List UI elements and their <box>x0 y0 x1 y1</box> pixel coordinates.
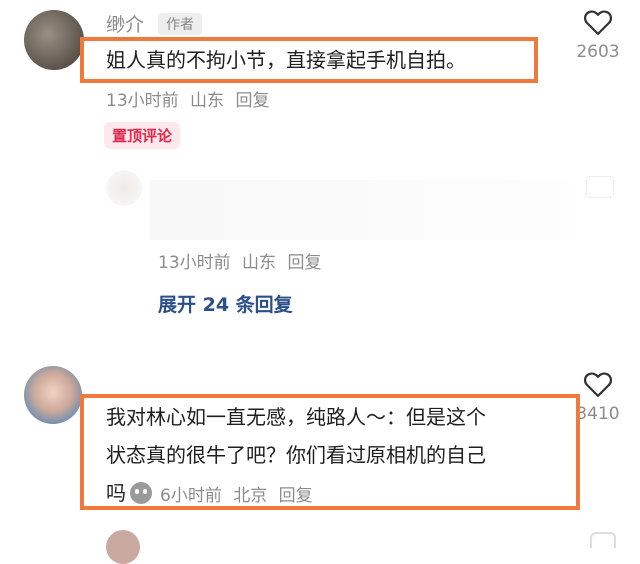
comment-meta: 6小时前 北京 回复 <box>160 481 319 506</box>
comment-location: 山东 <box>190 91 225 111</box>
avatar[interactable] <box>24 366 82 424</box>
comment-text-line: 吗 <box>106 481 126 505</box>
reply-meta: 13小时前 山东 回复 <box>158 248 327 273</box>
like-button[interactable]: 2603 <box>568 8 628 62</box>
avatar[interactable] <box>106 530 140 564</box>
ghost-emoji-icon <box>130 482 152 504</box>
comment-time: 6小时前 <box>160 485 222 506</box>
reply-location: 山东 <box>242 253 277 273</box>
author-badge: 作者 <box>158 13 203 35</box>
comment-text-line: 我对林心如一直无感，纯路人～：但是这个 <box>106 405 486 429</box>
reply-button[interactable]: 回复 <box>235 91 269 111</box>
pinned-badge: 置顶评论 <box>104 122 181 149</box>
reply-like-placeholder <box>586 176 614 198</box>
comment-meta: 13小时前 山东 回复 <box>106 86 275 111</box>
avatar[interactable] <box>24 10 84 70</box>
reply-button[interactable]: 回复 <box>279 486 313 506</box>
heart-outline-icon <box>583 372 613 397</box>
comment-text: 姐人真的不拘小节，直接拿起手机自拍。 <box>106 48 466 72</box>
username[interactable]: 缈介 <box>106 14 144 36</box>
reply-reply-button[interactable]: 回复 <box>287 253 321 273</box>
comment-location: 北京 <box>233 485 268 506</box>
like-count: 2603 <box>576 42 620 62</box>
comment-last-line: 吗 6小时前 北京 回复 <box>106 474 319 512</box>
expand-replies-link[interactable]: 展开 24 条回复 <box>158 290 293 317</box>
reply-avatar[interactable] <box>106 170 142 206</box>
reply-time: 13小时前 <box>158 253 231 273</box>
heart-outline-icon <box>583 10 613 35</box>
comment-header: 缈介 作者 <box>106 10 203 37</box>
comment-text-line: 状态真的很牛了吧？你们看过原相机的自己 <box>106 443 486 467</box>
reply-text-blurred <box>150 180 570 240</box>
comment-time: 13小时前 <box>106 91 179 111</box>
